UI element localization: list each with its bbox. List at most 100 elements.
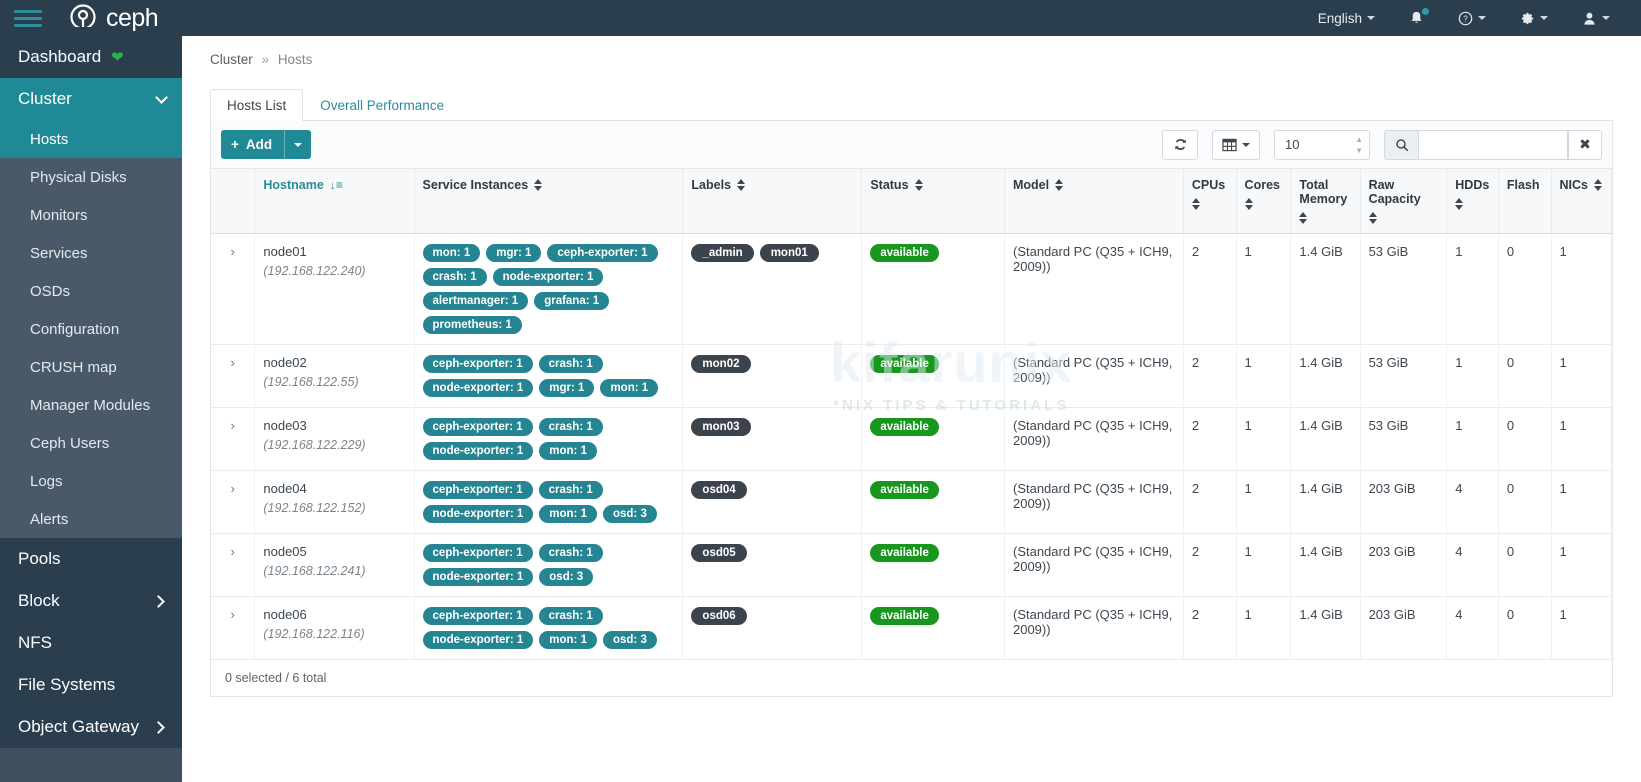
column-header-nics[interactable]: NICs bbox=[1551, 169, 1611, 234]
service-badge[interactable]: crash: 1 bbox=[539, 418, 603, 436]
breadcrumb-root[interactable]: Cluster bbox=[210, 52, 253, 67]
column-header-cpus[interactable]: CPUs bbox=[1183, 169, 1236, 234]
column-header-labels[interactable]: Labels bbox=[683, 169, 862, 234]
host-label-badge[interactable]: osd06 bbox=[691, 607, 746, 625]
sidebar-item-nfs[interactable]: NFS bbox=[0, 622, 182, 664]
service-badge[interactable]: ceph-exporter: 1 bbox=[423, 481, 533, 499]
notifications-button[interactable] bbox=[1392, 0, 1441, 36]
service-badge[interactable]: node-exporter: 1 bbox=[423, 442, 534, 460]
language-selector[interactable]: English bbox=[1301, 0, 1392, 36]
column-header-flash[interactable]: Flash bbox=[1498, 169, 1551, 234]
host-label-badge[interactable]: osd05 bbox=[691, 544, 746, 562]
table-row[interactable]: ›node02(192.168.122.55)ceph-exporter: 1c… bbox=[211, 345, 1612, 408]
service-badge[interactable]: ceph-exporter: 1 bbox=[423, 607, 533, 625]
service-badge[interactable]: ceph-exporter: 1 bbox=[423, 418, 533, 436]
sidebar-item-object-gateway[interactable]: Object Gateway bbox=[0, 706, 182, 748]
column-header-service-instances[interactable]: Service Instances bbox=[414, 169, 683, 234]
column-selector-button[interactable] bbox=[1212, 130, 1260, 160]
service-badge[interactable]: ceph-exporter: 1 bbox=[423, 355, 533, 373]
service-badge[interactable]: alertmanager: 1 bbox=[423, 292, 529, 310]
service-badge[interactable]: mgr: 1 bbox=[486, 244, 541, 262]
service-badge[interactable]: node-exporter: 1 bbox=[423, 379, 534, 397]
sidebar-item-manager-modules[interactable]: Manager Modules bbox=[0, 386, 182, 424]
column-header-status[interactable]: Status bbox=[862, 169, 1005, 234]
column-header-raw-capacity[interactable]: Raw Capacity bbox=[1360, 169, 1447, 234]
row-expand-toggle[interactable]: › bbox=[211, 408, 255, 471]
host-label-badge[interactable]: mon01 bbox=[760, 244, 819, 262]
hamburger-icon[interactable] bbox=[14, 6, 42, 31]
service-badge[interactable]: mon: 1 bbox=[423, 244, 481, 262]
sidebar-item-alerts[interactable]: Alerts bbox=[0, 500, 182, 538]
sidebar-item-hosts[interactable]: Hosts bbox=[0, 120, 182, 158]
sidebar-item-block[interactable]: Block bbox=[0, 580, 182, 622]
sidebar-item-physical-disks[interactable]: Physical Disks bbox=[0, 158, 182, 196]
sidebar-item-crush-map[interactable]: CRUSH map bbox=[0, 348, 182, 386]
user-menu-button[interactable] bbox=[1565, 0, 1627, 36]
row-expand-toggle[interactable]: › bbox=[211, 597, 255, 660]
service-badge[interactable]: mon: 1 bbox=[539, 631, 597, 649]
host-label-badge[interactable]: _admin bbox=[691, 244, 753, 262]
tab-hosts-list[interactable]: Hosts List bbox=[210, 89, 303, 121]
clear-search-button[interactable]: ✖ bbox=[1568, 130, 1602, 160]
row-expand-toggle[interactable]: › bbox=[211, 234, 255, 345]
service-badge[interactable]: prometheus: 1 bbox=[423, 316, 522, 334]
sidebar-item-ceph-users[interactable]: Ceph Users bbox=[0, 424, 182, 462]
service-badge[interactable]: ceph-exporter: 1 bbox=[423, 544, 533, 562]
refresh-button[interactable] bbox=[1162, 130, 1198, 160]
service-badge[interactable]: mon: 1 bbox=[539, 505, 597, 523]
sidebar-group-cluster[interactable]: Cluster bbox=[0, 78, 182, 120]
column-header-hdds[interactable]: HDDs bbox=[1447, 169, 1499, 234]
settings-button[interactable] bbox=[1503, 0, 1565, 36]
page-size-stepper[interactable]: 10 ▲ ▼ bbox=[1274, 130, 1370, 160]
service-badge[interactable]: crash: 1 bbox=[539, 355, 603, 373]
service-badge[interactable]: mon: 1 bbox=[600, 379, 658, 397]
stepper-up-icon[interactable]: ▲ bbox=[1355, 135, 1363, 144]
table-row[interactable]: ›node01(192.168.122.240)mon: 1mgr: 1ceph… bbox=[211, 234, 1612, 345]
service-badge[interactable]: ceph-exporter: 1 bbox=[547, 244, 657, 262]
column-header-cores[interactable]: Cores bbox=[1236, 169, 1291, 234]
sidebar-item-dashboard[interactable]: Dashboard ❤ bbox=[0, 36, 182, 78]
row-expand-toggle[interactable]: › bbox=[211, 471, 255, 534]
service-badge[interactable]: node-exporter: 1 bbox=[423, 568, 534, 586]
stepper-arrows[interactable]: ▲ ▼ bbox=[1355, 135, 1363, 155]
service-badge[interactable]: osd: 3 bbox=[603, 505, 657, 523]
sidebar-item-pools[interactable]: Pools bbox=[0, 538, 182, 580]
column-header-hostname[interactable]: Hostname ↓≡ bbox=[255, 169, 414, 234]
row-expand-toggle[interactable]: › bbox=[211, 534, 255, 597]
stepper-down-icon[interactable]: ▼ bbox=[1355, 146, 1363, 155]
service-badge[interactable]: crash: 1 bbox=[423, 268, 487, 286]
host-label-badge[interactable]: osd04 bbox=[691, 481, 746, 499]
table-row[interactable]: ›node04(192.168.122.152)ceph-exporter: 1… bbox=[211, 471, 1612, 534]
sidebar-item-monitors[interactable]: Monitors bbox=[0, 196, 182, 234]
host-label-badge[interactable]: mon02 bbox=[691, 355, 750, 373]
sidebar-item-osds[interactable]: OSDs bbox=[0, 272, 182, 310]
add-host-button[interactable]: + Add bbox=[221, 130, 311, 159]
table-row[interactable]: ›node03(192.168.122.229)ceph-exporter: 1… bbox=[211, 408, 1612, 471]
sidebar-item-logs[interactable]: Logs bbox=[0, 462, 182, 500]
sidebar-item-configuration[interactable]: Configuration bbox=[0, 310, 182, 348]
brand-logo-group[interactable]: ceph bbox=[68, 3, 158, 33]
search-input[interactable] bbox=[1418, 130, 1568, 160]
table-row[interactable]: ›node05(192.168.122.241)ceph-exporter: 1… bbox=[211, 534, 1612, 597]
service-badge[interactable]: crash: 1 bbox=[539, 544, 603, 562]
row-expand-toggle[interactable]: › bbox=[211, 345, 255, 408]
host-label-badge[interactable]: mon03 bbox=[691, 418, 750, 436]
sidebar-item-file-systems[interactable]: File Systems bbox=[0, 664, 182, 706]
help-button[interactable]: ? bbox=[1441, 0, 1503, 36]
table-row[interactable]: ›node06(192.168.122.116)ceph-exporter: 1… bbox=[211, 597, 1612, 660]
tab-overall-performance[interactable]: Overall Performance bbox=[303, 89, 461, 121]
column-header-total-memory[interactable]: Total Memory bbox=[1291, 169, 1360, 234]
service-badge[interactable]: mon: 1 bbox=[539, 442, 597, 460]
service-badge[interactable]: node-exporter: 1 bbox=[423, 631, 534, 649]
column-header-model[interactable]: Model bbox=[1004, 169, 1183, 234]
service-badge[interactable]: osd: 3 bbox=[603, 631, 657, 649]
service-badge[interactable]: node-exporter: 1 bbox=[493, 268, 604, 286]
add-dropdown-toggle[interactable] bbox=[284, 130, 311, 159]
service-badge[interactable]: node-exporter: 1 bbox=[423, 505, 534, 523]
service-badge[interactable]: osd: 3 bbox=[539, 568, 593, 586]
service-badge[interactable]: grafana: 1 bbox=[534, 292, 609, 310]
service-badge[interactable]: mgr: 1 bbox=[539, 379, 594, 397]
service-badge[interactable]: crash: 1 bbox=[539, 607, 603, 625]
sidebar-item-services[interactable]: Services bbox=[0, 234, 182, 272]
service-badge[interactable]: crash: 1 bbox=[539, 481, 603, 499]
